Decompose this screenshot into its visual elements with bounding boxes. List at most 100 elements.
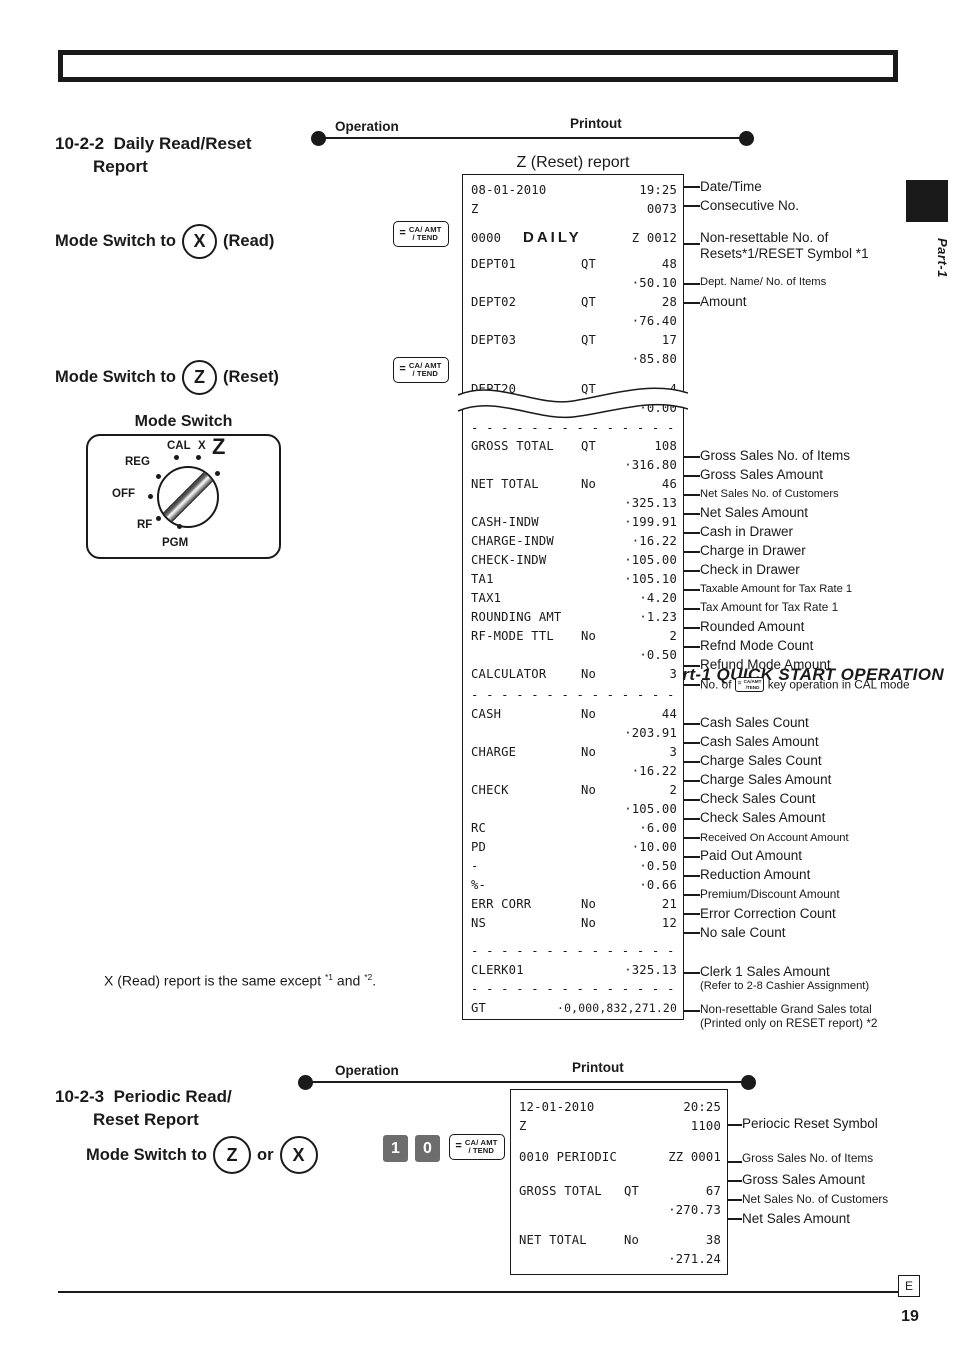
numeric-key-1: 1 [383, 1135, 408, 1162]
receipt-line-value: ·325.13 [624, 495, 677, 510]
receipt-line-label: CASH-INDW [471, 514, 539, 529]
ca-amt-tend-text: CA/ AMT / TEND [465, 1138, 498, 1156]
receipt-line-value: ·16.22 [631, 533, 677, 548]
annotation-text-line1: Cash in Drawer [700, 524, 794, 539]
annotation-tick [684, 243, 700, 245]
annotation-tick [728, 1124, 742, 1126]
mode-switch-reset-instruction: Mode Switch to Z (Reset) [55, 360, 279, 395]
receipt-line: 0010 PERIODIC ZZ 0001 [519, 1148, 721, 1165]
annotation-label: Consecutive No. [700, 198, 799, 214]
receipt-line: RF-MODE TTL No 2 [471, 627, 677, 644]
receipt-separator-1: - - - - - - - - - - - - - - - - - - - - … [471, 420, 677, 435]
annotation-label: Cash Sales Amount [700, 734, 819, 750]
dial-label-reg: REG [125, 456, 150, 468]
footer-rule [58, 1291, 898, 1293]
receipt-line-value: 3 [669, 744, 677, 759]
part-tab-block [906, 180, 948, 222]
annotation-label: Dept. Name/ No. of Items [700, 276, 826, 289]
section-daily-title-line1: Daily Read/Reset [113, 134, 252, 153]
receipt-line-label: DEPT02 [471, 294, 517, 309]
footnote-read-report: X (Read) report is the same except *1 an… [104, 972, 376, 989]
annotation-text-line1: Check Sales Amount [700, 810, 826, 825]
receipt-line: 08-01-2010 19:25 [471, 181, 677, 198]
annotation-label: Refnd Mode Count [700, 638, 813, 654]
receipt-line: DEPT03 QT 17 [471, 331, 677, 348]
receipt-line-value: 1100 [690, 1118, 721, 1133]
annotation-label: Net Sales No. of Customers [742, 1192, 889, 1206]
annotation-label: Charge Sales Amount [700, 772, 831, 788]
receipt-line-label: Z [471, 201, 479, 216]
page-header-bar [58, 50, 898, 82]
section-daily-heading: 10-2-2 Daily Read/Reset Report [55, 133, 335, 179]
mode-switch-dial-knob [157, 466, 219, 528]
annotation-label: Check Sales Count [700, 791, 816, 807]
receipt-line-value: 46 [661, 476, 677, 491]
receipt-line-label: ERR CORR [471, 896, 532, 911]
receipt-line: ·105.00 [471, 800, 677, 817]
receipt-line: NET TOTAL No 38 [519, 1231, 721, 1248]
annotation-label: No sale Count [700, 925, 786, 941]
annotation-text-line1: Refnd Mode Count [700, 638, 814, 653]
annotation-label: Rounded Amount [700, 619, 804, 635]
receipt-line-value: ·1.23 [639, 609, 677, 624]
receipt-line: GROSS TOTAL QT 67 [519, 1182, 721, 1199]
section-periodic-number: 10-2-3 [55, 1087, 105, 1106]
receipt-line-value: 4 [669, 381, 677, 396]
annotation-tick [684, 302, 700, 304]
receipt-line-unit: No [581, 628, 597, 643]
mode-reset-prefix: Mode Switch to [55, 368, 176, 386]
dial-label-rf: RF [137, 519, 153, 531]
receipt-line-unit: QT [581, 381, 597, 396]
receipt-line-unit: QT [581, 294, 597, 309]
receipt-line: TA1 ·105.10 [471, 570, 677, 587]
annotation-text-line1: Charge Sales Amount [700, 772, 832, 787]
annotation-label: Clerk 1 Sales Amount (Refer to 2-8 Cashie… [700, 964, 869, 993]
dial-dot-reg [156, 474, 161, 479]
mode-switch-periodic-instruction: Mode Switch to Z or X [86, 1136, 318, 1174]
receipt-line-value: ·10.00 [631, 839, 677, 854]
receipt-line: PD ·10.00 [471, 838, 677, 855]
ca-amt-tend-key-icon-reset: = CA/ AMT / TEND [393, 357, 449, 383]
receipt-line-label: CASH [471, 706, 502, 721]
receipt-line-label: GROSS TOTAL [519, 1183, 602, 1198]
ca-amt-line2: / TEND [412, 233, 438, 242]
receipt-line-value: 108 [654, 438, 677, 453]
receipt-line-label: 12-01-2010 [519, 1099, 595, 1114]
annotation-text-line1: Dept. Name/ No. of Items [700, 276, 827, 288]
receipt-line-label: NET TOTAL [471, 476, 539, 491]
receipt-line-label: NET TOTAL [519, 1232, 587, 1247]
annotation-tick [728, 1199, 742, 1201]
receipt-line-label: 08-01-2010 [471, 182, 547, 197]
receipt-line-value: ·203.91 [624, 725, 677, 740]
annotation-text-line1: Date/Time [700, 179, 762, 194]
receipt-line-label: GROSS TOTAL [471, 438, 554, 453]
annotation-label: Tax Amount for Tax Rate 1 [700, 600, 838, 615]
annotation-text-line1: Check in Drawer [700, 562, 800, 577]
ca-amt-line2: / TEND [412, 369, 438, 378]
receipt-line-value: ·271.24 [668, 1251, 721, 1266]
ca-amt-tend-key-icon-read: = CA/ AMT / TEND [393, 221, 449, 247]
receipt-line: CHECK-INDW ·105.00 [471, 551, 677, 568]
annotation-text-line1: Cash Sales Amount [700, 734, 819, 749]
receipt-line: CASH No 44 [471, 705, 677, 722]
annotation-tick [684, 723, 700, 725]
annotation-tick [684, 186, 700, 188]
receipt-line-label: PD [471, 839, 487, 854]
receipt-line: CHARGE No 3 [471, 743, 677, 760]
annotation-label: Gross Sales No. of Items [742, 1151, 874, 1165]
annotation-label: Check in Drawer [700, 562, 800, 578]
dial-dot-x [196, 455, 201, 460]
receipt-line: CHARGE-INDW ·16.22 [471, 532, 677, 549]
receipt-line-value: 28 [661, 294, 677, 309]
receipt-report-title: DAILY [523, 229, 582, 246]
receipt-line-label: Z [519, 1118, 527, 1133]
annotation-label: Error Correction Count [700, 906, 836, 922]
dial-label-pgm: PGM [162, 537, 189, 549]
annotation-label: No. of = CA/AMT/TEND key operation in CAL… [700, 677, 910, 693]
receipt-line-label: %- [471, 877, 487, 892]
annotation-label: Taxable Amount for Tax Rate 1 [700, 583, 852, 596]
annotation-tick [728, 1180, 742, 1182]
receipt-line: ·76.40 [471, 312, 677, 329]
annotation-tick [684, 570, 700, 572]
dial-dot-pgm [177, 524, 182, 529]
